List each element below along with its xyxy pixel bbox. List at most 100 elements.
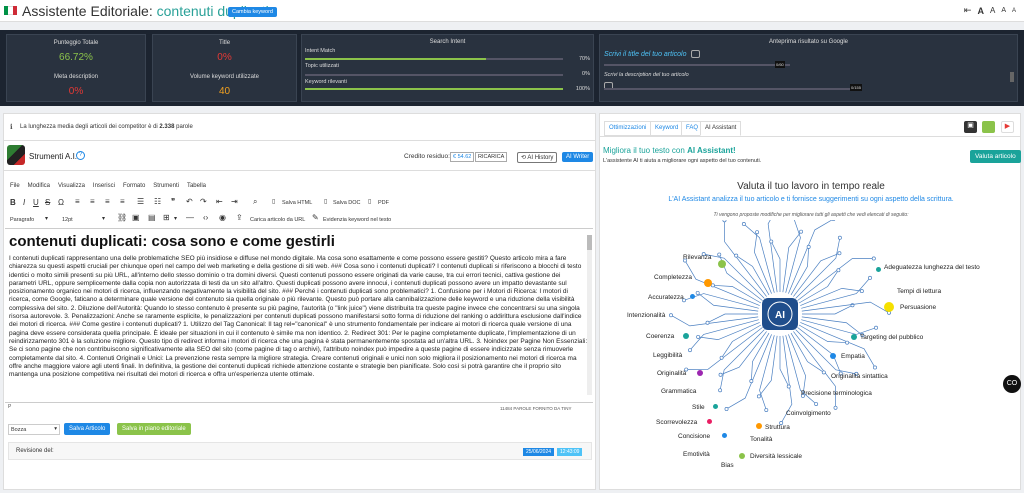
tab-optimizations[interactable]: Ottimizzazioni	[604, 121, 652, 136]
font-size-a2[interactable]: A	[990, 6, 995, 15]
preview-desc-input[interactable]: Scrivi la description del tuo articolo	[604, 72, 689, 78]
evaluate-article-button[interactable]: Valuta articolo	[970, 150, 1021, 163]
aspect-label: Persuasione	[900, 304, 937, 311]
align-right-icon[interactable]: ≡	[105, 197, 110, 206]
circuit-trace	[718, 254, 763, 301]
intent-bar	[305, 58, 563, 60]
aspect-dot	[851, 334, 857, 340]
redo-icon[interactable]: ↷	[200, 197, 207, 206]
save-doc-button[interactable]: Salva DOC	[333, 200, 361, 206]
tab-keyword[interactable]: Keyword	[650, 121, 684, 136]
circuit-trace	[670, 314, 759, 327]
scrollbar[interactable]	[1010, 72, 1014, 82]
font-size-select[interactable]: 12pt	[62, 217, 73, 223]
load-article-button[interactable]: Carica articolo da URL	[250, 217, 305, 223]
numbered-list-icon[interactable]: ☷	[154, 197, 161, 206]
edit-title-icon[interactable]	[691, 50, 700, 58]
outdent-icon[interactable]: ⇤	[216, 197, 223, 206]
menu-format[interactable]: Formato	[123, 183, 145, 189]
menu-insert[interactable]: Inserisci	[93, 183, 115, 189]
circuit-trace	[697, 292, 759, 312]
circuit-trace	[707, 313, 758, 324]
dark-mode-icon[interactable]: ▣	[964, 121, 977, 133]
menu-table[interactable]: Tabella	[187, 183, 206, 189]
aspect-label: Coinvolgimento	[786, 410, 831, 417]
chat-widget-button[interactable]: CO	[1003, 375, 1021, 393]
quote-icon[interactable]: ❞	[171, 197, 175, 206]
aspect-dot	[683, 333, 689, 339]
aspect-label: Tempi di lettura	[897, 288, 942, 295]
bold-icon[interactable]: B	[10, 198, 16, 207]
pdf-button[interactable]: PDF	[378, 200, 389, 206]
bullet-list-icon[interactable]: ☰	[137, 197, 144, 206]
text-editor[interactable]: contenuti duplicati: cosa sono e come ge…	[5, 230, 593, 400]
editor-scrollbar[interactable]	[587, 235, 592, 395]
link-icon[interactable]: ⛓	[117, 213, 127, 222]
intent-row-label: Topic utilizzati	[305, 63, 339, 69]
hr-icon[interactable]: —	[186, 213, 194, 222]
font-size-a4[interactable]: A	[1012, 8, 1016, 14]
credit-value: € 54.62	[450, 152, 475, 162]
search-icon[interactable]: ⌕	[253, 197, 257, 207]
save-html-button[interactable]: Salva HTML	[282, 200, 312, 206]
menu-view[interactable]: Visualizza	[58, 183, 85, 189]
share-icon[interactable]	[982, 121, 995, 133]
volume-label: Volume keyword utilizzate	[189, 74, 260, 80]
circuit-node	[871, 256, 876, 261]
preview-title-input[interactable]: Scrivi il title del tuo articolo	[604, 51, 686, 58]
italic-icon[interactable]: I	[23, 198, 25, 207]
article-heading[interactable]: contenuti duplicati: cosa sono e come ge…	[5, 230, 593, 255]
youtube-icon[interactable]: ▶	[1001, 121, 1014, 133]
image-icon[interactable]: ▣	[132, 213, 140, 222]
aspect-label: Targeting del pubblico	[860, 334, 924, 341]
circuit-node	[873, 365, 877, 370]
circuit-trace	[795, 237, 841, 299]
tab-ai-assistant[interactable]: AI Assistant	[700, 121, 742, 136]
circuit-node	[696, 334, 701, 339]
change-keyword-button[interactable]: Cambia keyword	[228, 7, 277, 17]
underline-icon[interactable]: U	[33, 198, 39, 207]
preview-eye-icon[interactable]: ◉	[219, 213, 226, 222]
undo-icon[interactable]: ↶	[186, 197, 193, 206]
aspect-label: Scorrevolezza	[656, 419, 698, 426]
highlight-keyword-button[interactable]: Evidenzia keyword nel testo	[323, 217, 391, 223]
circuit-node	[718, 388, 723, 393]
element-path: P	[8, 404, 12, 410]
strikethrough-icon[interactable]: S	[45, 198, 50, 207]
save-article-button[interactable]: Salva Articolo	[64, 423, 111, 435]
help-icon[interactable]: ?	[76, 151, 85, 160]
ai-writer-button[interactable]: AI Writer	[562, 152, 594, 162]
circuit-trace	[797, 258, 874, 301]
divider	[600, 136, 1020, 137]
revision-date: 25/06/2024	[523, 448, 555, 456]
article-body[interactable]: I contenuti duplicati rappresentano una …	[5, 255, 593, 379]
collapse-icon[interactable]: ⇤	[964, 5, 972, 16]
paragraph-select[interactable]: Paragrafo	[10, 217, 34, 223]
ai-history-button[interactable]: ⟲ AI History	[517, 152, 558, 163]
aspect-label: Emotività	[683, 451, 710, 458]
indent-icon[interactable]: ⇥	[231, 197, 238, 206]
align-center-icon[interactable]: ≡	[90, 197, 95, 206]
search-intent-label: Search Intent	[429, 39, 466, 45]
scroll-thumb[interactable]	[587, 235, 592, 250]
font-size-a3[interactable]: A	[1001, 7, 1006, 14]
aspect-dot	[690, 294, 695, 299]
font-size-a1[interactable]: A	[977, 6, 984, 16]
align-left-icon[interactable]: ≡	[75, 197, 80, 206]
title-label: Title	[218, 40, 231, 46]
aspect-dot	[707, 419, 712, 424]
menu-file[interactable]: File	[10, 183, 20, 189]
save-to-plan-button[interactable]: Salva in piano editoriale	[117, 423, 191, 435]
media-icon[interactable]: ▤	[148, 213, 156, 222]
aspect-label: Accuratezza	[648, 294, 684, 301]
table-icon[interactable]: ⊞	[163, 213, 170, 222]
justify-icon[interactable]: ≡	[120, 197, 125, 206]
menu-edit[interactable]: Modifica	[28, 183, 50, 189]
code-icon[interactable]: ‹›	[203, 213, 208, 222]
recharge-button[interactable]: RICARICA	[475, 152, 508, 162]
omega-icon[interactable]: Ω	[58, 198, 64, 207]
status-select[interactable]: Bozza ▾	[8, 424, 60, 435]
menu-tools[interactable]: Strumenti	[153, 183, 179, 189]
robot-mascot-icon	[7, 145, 25, 165]
hero-note: Ti vengono proposte modifiche per miglio…	[713, 212, 909, 218]
